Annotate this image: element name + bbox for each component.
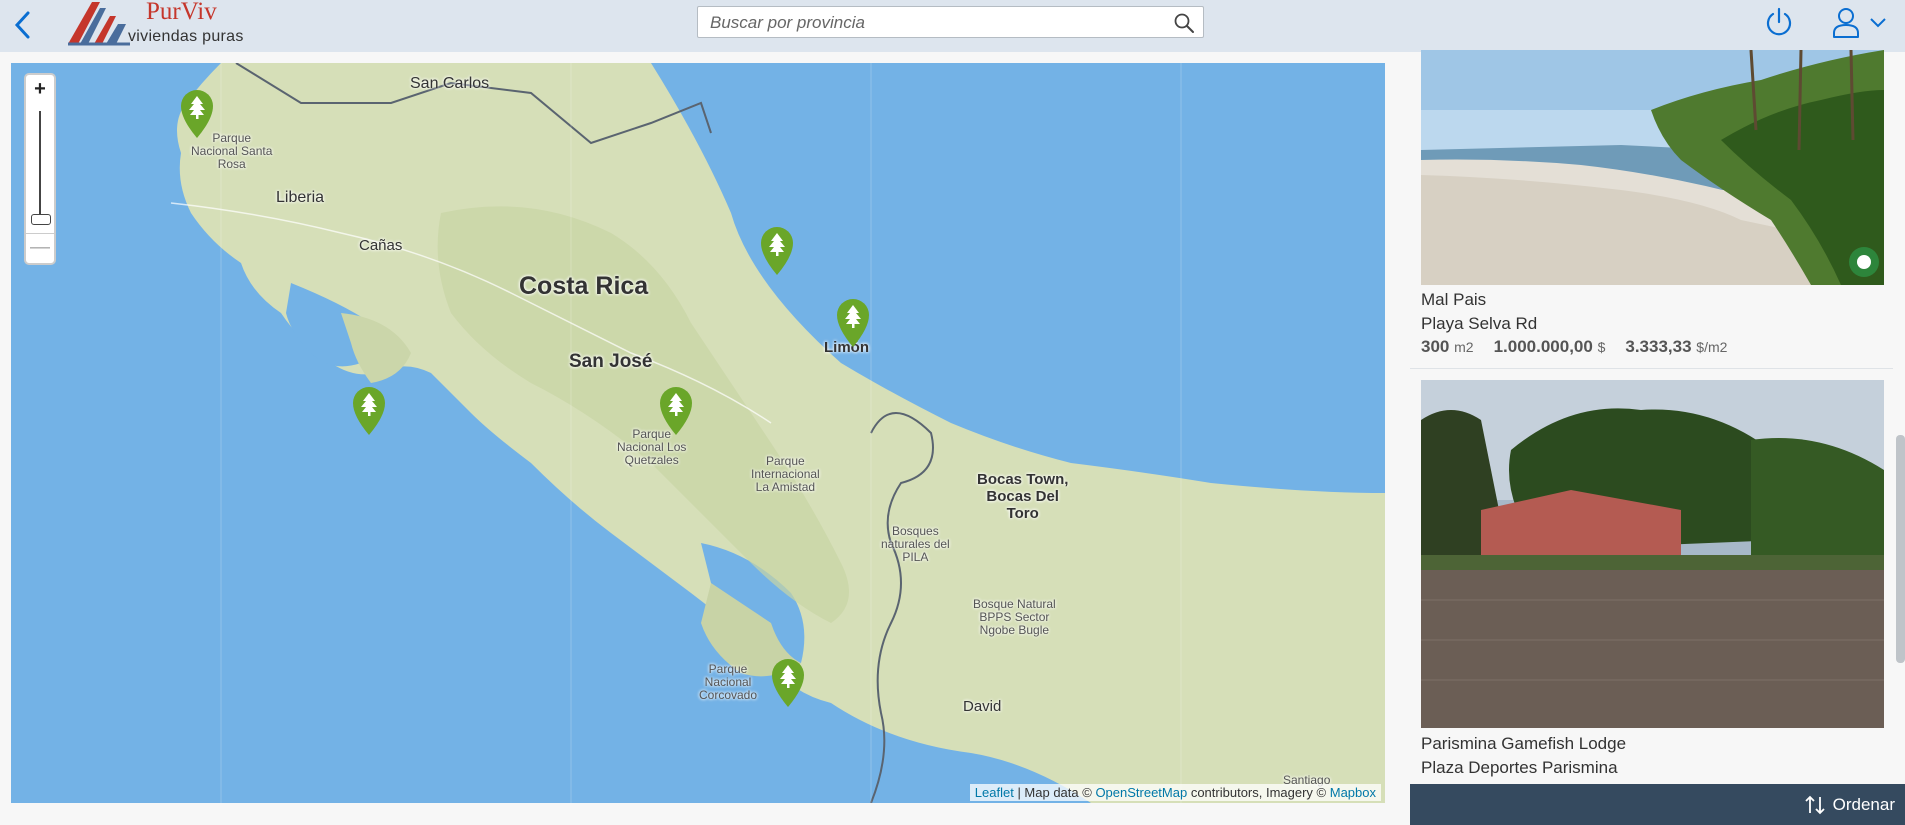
map[interactable]: + — San Carlos Parque Nacional Santa Ros… bbox=[11, 63, 1385, 803]
listing-stats: 300 m2 1.000.000,00 $3.333,33 $/m2 bbox=[1421, 337, 1747, 357]
search-input[interactable] bbox=[708, 7, 1152, 39]
tree-marker-icon bbox=[353, 387, 385, 435]
logo[interactable]: PurViv viviendas puras bbox=[66, 0, 246, 50]
sort-button[interactable]: Ordenar bbox=[1803, 791, 1895, 819]
chevron-down-icon bbox=[1870, 18, 1886, 28]
property-marker[interactable] bbox=[177, 87, 217, 139]
property-marker[interactable] bbox=[757, 224, 797, 276]
map-label-bocas: Bocas Town, Bocas Del Toro bbox=[977, 471, 1069, 522]
sort-label: Ordenar bbox=[1832, 795, 1895, 814]
attribution-text-1: | Map data © bbox=[1013, 785, 1096, 800]
listing-photo-beach bbox=[1421, 50, 1884, 285]
listing-price-per-m2: 3.333,33 bbox=[1625, 337, 1692, 356]
logo-title: PurViv bbox=[146, 0, 217, 25]
listing-photo-lodge bbox=[1421, 380, 1884, 728]
property-marker[interactable] bbox=[833, 296, 873, 348]
leaflet-link[interactable]: Leaflet bbox=[975, 785, 1014, 800]
list-item[interactable]: Mal Pais Playa Selva Rd 300 m2 1.000.000,… bbox=[1410, 50, 1893, 368]
map-label-san-carlos: San Carlos bbox=[410, 75, 490, 92]
attribution-text-2: contributors, Imagery © bbox=[1187, 785, 1330, 800]
map-label-san-jose: San José bbox=[569, 351, 653, 372]
map-label-bosques: Bosques naturales del PILA bbox=[881, 524, 950, 564]
power-icon bbox=[1766, 7, 1792, 36]
tree-marker-icon bbox=[181, 90, 213, 138]
listing-area-unit: m2 bbox=[1454, 339, 1474, 355]
user-icon bbox=[1833, 8, 1859, 38]
zoom-slider-track[interactable] bbox=[39, 111, 41, 219]
tree-marker-icon bbox=[660, 387, 692, 435]
listing-price: 1.000.000,00 bbox=[1493, 337, 1593, 356]
listing-name: Mal Pais bbox=[1421, 290, 1487, 309]
back-button[interactable] bbox=[8, 8, 38, 42]
zoom-slider-handle[interactable] bbox=[31, 214, 51, 225]
listing-name: Parismina Gamefish Lodge bbox=[1421, 734, 1627, 753]
zoom-control: + — bbox=[24, 73, 56, 265]
back-icon bbox=[14, 11, 30, 39]
property-marker[interactable] bbox=[768, 656, 808, 708]
property-marker[interactable] bbox=[656, 384, 696, 436]
property-marker[interactable] bbox=[349, 384, 389, 436]
map-label-bosque-natural: Bosque Natural BPPS Sector Ngobe Bugle bbox=[973, 597, 1056, 637]
search-field[interactable] bbox=[697, 6, 1204, 39]
listing-area: 300 bbox=[1421, 337, 1450, 356]
tree-marker-icon bbox=[761, 227, 793, 275]
map-label-costa-rica: Costa Rica bbox=[519, 272, 649, 300]
listing-address: Plaza Deportes Parismina bbox=[1421, 758, 1618, 777]
zoom-in-button[interactable]: + bbox=[26, 75, 54, 103]
map-label-corcovado: Parque Nacional Corcovado bbox=[699, 662, 758, 702]
list-separator bbox=[1410, 368, 1893, 369]
map-label-canas: Cañas bbox=[359, 237, 403, 254]
tree-marker-icon bbox=[837, 299, 869, 347]
shell-bar: PurViv viviendas puras bbox=[0, 0, 1905, 52]
listing-price-unit: $ bbox=[1597, 339, 1606, 355]
search-icon[interactable] bbox=[1173, 12, 1195, 34]
footer-toolbar: Ordenar bbox=[1410, 784, 1905, 825]
sort-icon bbox=[1804, 795, 1825, 815]
list-item[interactable]: Parismina Gamefish Lodge Plaza Deportes … bbox=[1410, 380, 1893, 785]
osm-link[interactable]: OpenStreetMap bbox=[1095, 785, 1187, 800]
map-label-amistad: Parque Internacional La Amistad bbox=[751, 454, 820, 494]
listings-panel: Mal Pais Playa Selva Rd 300 m2 1.000.000,… bbox=[1410, 50, 1893, 785]
logo-subtitle: viviendas puras bbox=[128, 28, 244, 45]
mapbox-link[interactable]: Mapbox bbox=[1330, 785, 1376, 800]
listing-price-per-m2-unit: $/m2 bbox=[1696, 339, 1728, 355]
zoom-out-button[interactable]: — bbox=[26, 233, 54, 262]
listing-address: Playa Selva Rd bbox=[1421, 314, 1538, 333]
map-attribution: Leaflet | Map data © OpenStreetMap contr… bbox=[969, 784, 1381, 801]
map-label-liberia: Liberia bbox=[276, 189, 325, 206]
user-menu-button[interactable] bbox=[1830, 5, 1890, 41]
logo-mark-icon bbox=[68, 2, 130, 46]
map-label-david: David bbox=[963, 698, 1002, 715]
tree-marker-icon bbox=[772, 659, 804, 707]
map-base bbox=[170, 63, 1385, 803]
list-scrollbar[interactable] bbox=[1896, 435, 1905, 663]
logout-button[interactable] bbox=[1762, 6, 1796, 40]
